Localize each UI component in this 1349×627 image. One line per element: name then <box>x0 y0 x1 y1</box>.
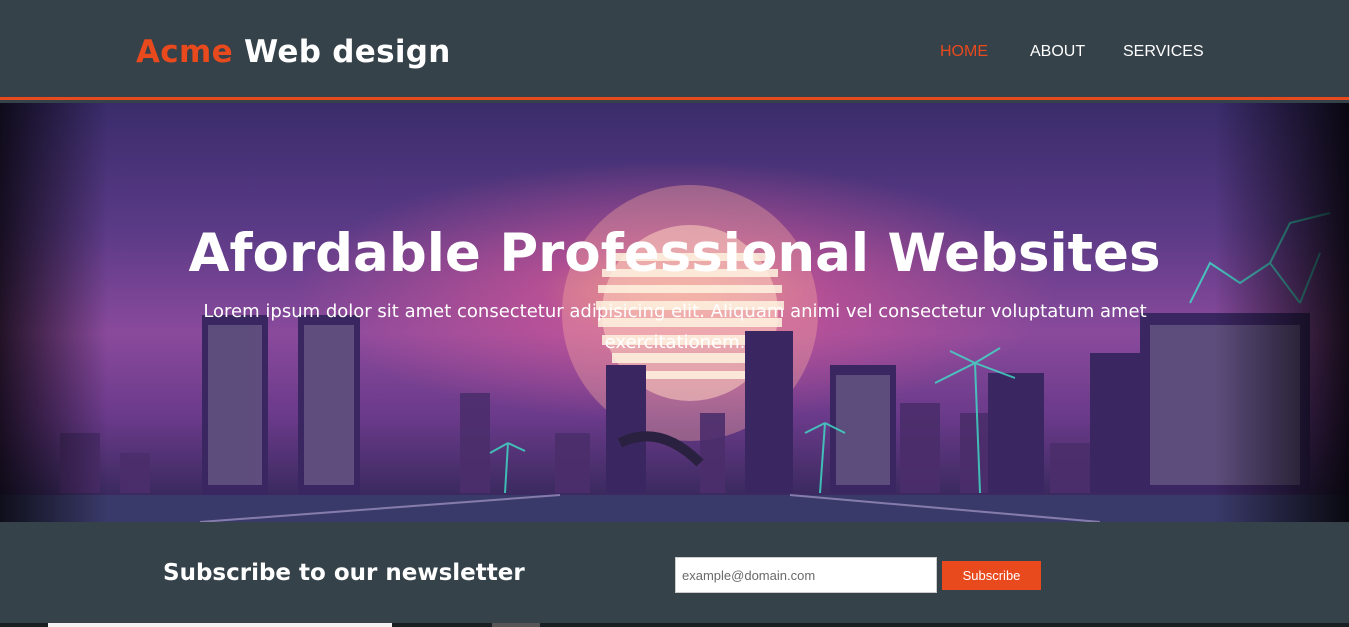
brand-name: Web design <box>232 34 451 70</box>
nav-home-link[interactable]: HOME <box>940 43 1030 61</box>
nav-services-link[interactable]: SERVICES <box>1123 43 1204 61</box>
email-input[interactable] <box>675 557 937 593</box>
bottom-strip <box>0 623 1349 627</box>
bottom-strip-light <box>48 623 392 627</box>
main-nav: HOME ABOUT SERVICES <box>940 43 1204 61</box>
site-header: Acme Web design HOME ABOUT SERVICES <box>0 0 1349 100</box>
bottom-strip-mid <box>492 623 540 627</box>
hero-showcase: Afordable Professional Websites Lorem ip… <box>0 103 1349 522</box>
hero-title: Afordable Professional Websites <box>188 223 1161 284</box>
hero-description: Lorem ipsum dolor sit amet consectetur a… <box>203 301 1147 353</box>
site-logo[interactable]: Acme Web design <box>136 34 451 70</box>
brand-highlight: Acme <box>136 34 233 70</box>
newsletter-section: Subscribe to our newsletter Subscribe <box>0 522 1349 627</box>
subscribe-button[interactable]: Subscribe <box>942 561 1041 590</box>
newsletter-heading: Subscribe to our newsletter <box>163 560 525 586</box>
nav-about-link[interactable]: ABOUT <box>1030 43 1123 61</box>
